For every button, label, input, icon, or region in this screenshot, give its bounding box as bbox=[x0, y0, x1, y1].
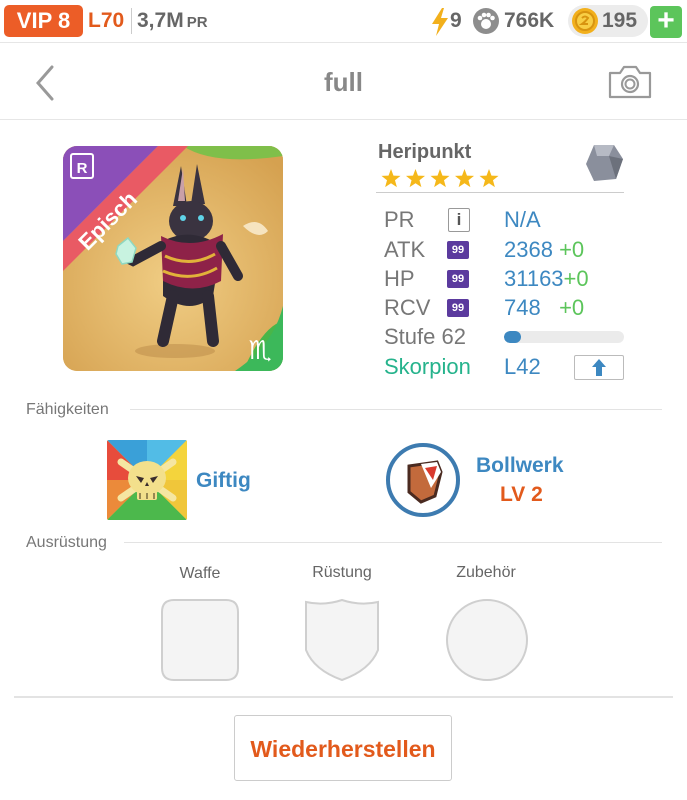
weapon-slot-label: Waffe bbox=[179, 565, 221, 582]
paw-icon bbox=[473, 8, 499, 34]
energy-count: 9 bbox=[450, 9, 462, 32]
arrow-up-icon bbox=[592, 359, 606, 376]
skill-name[interactable]: Giftig bbox=[196, 469, 251, 493]
divider bbox=[124, 542, 662, 543]
skill-level: LV 2 bbox=[500, 483, 543, 506]
star-rating bbox=[381, 169, 499, 188]
status-bar: VIP 8 L70 3,7M PR 9 766K 195 + bbox=[0, 0, 687, 43]
hp-value: 31163 bbox=[504, 266, 564, 291]
page-title: full bbox=[324, 67, 363, 97]
divider bbox=[14, 696, 673, 698]
stat-badge: 99 bbox=[447, 270, 469, 288]
level-progress-fill bbox=[504, 331, 521, 343]
pet-name: Heripunkt bbox=[378, 141, 472, 163]
level-label: Stufe 62 bbox=[384, 324, 466, 349]
zodiac-sign-label: Skorpion bbox=[384, 354, 471, 379]
rcv-value: 748 bbox=[504, 295, 541, 320]
armor-slot-label: Rüstung bbox=[312, 564, 372, 581]
navigation-bar: full bbox=[0, 43, 687, 120]
divider bbox=[131, 8, 132, 34]
equipment-heading: Ausrüstung bbox=[26, 534, 107, 551]
star-icon bbox=[479, 169, 499, 188]
star-icon bbox=[381, 169, 401, 188]
stat-label-rcv: RCV bbox=[384, 295, 431, 320]
power-unit: PR bbox=[186, 14, 208, 31]
power-value: 3,7M bbox=[137, 9, 184, 32]
rcv-gain: +0 bbox=[559, 295, 585, 320]
stat-value-rcv: 748 +0 bbox=[504, 294, 584, 322]
stat-value-hp: 31163+0 bbox=[504, 265, 589, 293]
paw-count: 766K bbox=[504, 9, 555, 32]
skill-name[interactable]: Bollwerk bbox=[476, 454, 564, 478]
divider bbox=[130, 409, 662, 410]
coin-icon bbox=[572, 8, 598, 34]
stat-value-atk: 2368 +0 bbox=[504, 236, 584, 264]
accessory-slot-label: Zubehör bbox=[456, 564, 516, 581]
lightning-icon bbox=[432, 8, 448, 36]
stat-label-hp: HP bbox=[384, 266, 415, 291]
level-progress-bar bbox=[504, 331, 624, 343]
player-level: L70 bbox=[88, 9, 125, 32]
stat-label-atk: ATK bbox=[384, 237, 426, 262]
divider bbox=[376, 192, 624, 193]
skills-heading: Fähigkeiten bbox=[26, 401, 109, 418]
stat-badge: 99 bbox=[447, 299, 469, 317]
star-icon bbox=[430, 169, 450, 188]
skill-bulwark-icon[interactable] bbox=[385, 442, 461, 518]
skill-poison-icon[interactable] bbox=[107, 440, 187, 520]
coin-count: 195 bbox=[602, 9, 638, 32]
stat-badge: 99 bbox=[447, 241, 469, 259]
atk-gain: +0 bbox=[559, 237, 585, 262]
stone-element-icon bbox=[586, 145, 623, 181]
restore-button[interactable]: Wiederherstellen bbox=[234, 715, 452, 781]
camera-icon[interactable] bbox=[608, 65, 652, 99]
vip-badge[interactable]: VIP 8 bbox=[4, 5, 83, 37]
player-power: 3,7M PR bbox=[137, 7, 208, 37]
star-icon bbox=[405, 169, 426, 188]
armor-slot[interactable] bbox=[304, 598, 380, 682]
upgrade-sign-button[interactable] bbox=[574, 355, 624, 380]
accessory-slot[interactable] bbox=[445, 598, 529, 682]
stat-label-pr: PR bbox=[384, 207, 415, 232]
scorpio-icon: ♏ bbox=[248, 336, 271, 366]
pet-portrait-card[interactable]: R Episch ♏ bbox=[63, 146, 283, 371]
zodiac-level: L42 bbox=[504, 354, 541, 379]
atk-value: 2368 bbox=[504, 237, 553, 262]
hp-gain: +0 bbox=[563, 266, 589, 291]
rarity-badge: R bbox=[77, 160, 88, 177]
pet-portrait: R Episch ♏ bbox=[63, 146, 283, 371]
star-icon bbox=[454, 169, 475, 188]
stat-value-pr: N/A bbox=[504, 207, 541, 232]
info-icon[interactable]: i bbox=[448, 208, 470, 232]
add-coins-button[interactable]: + bbox=[650, 6, 682, 38]
weapon-slot[interactable] bbox=[160, 598, 240, 682]
